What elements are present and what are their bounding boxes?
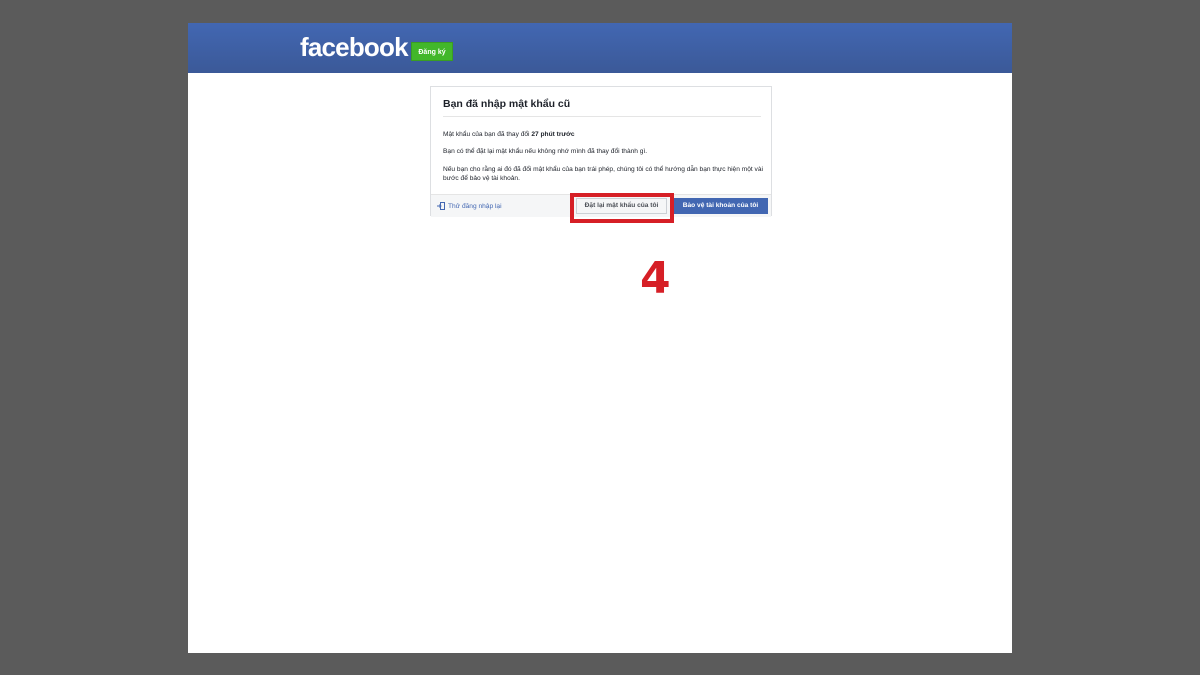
- step-number: 4: [640, 253, 671, 304]
- password-changed-prefix: Mật khẩu của bạn đã thay đổi: [443, 131, 532, 138]
- dialog-footer: Thử đăng nhập lại Đặt lại mật khẩu của t…: [431, 194, 771, 217]
- protect-hint-text: Nếu bạn cho rằng ai đó đã đổi mật khẩu c…: [443, 166, 763, 182]
- password-changed-time: 27 phút trước: [531, 131, 575, 138]
- protect-account-button[interactable]: Bảo vệ tài khoản của tôi: [673, 198, 768, 214]
- dialog-title: Bạn đã nhập mật khẩu cũ: [443, 98, 761, 117]
- browser-page: facebook Đăng ký Bạn đã nhập mật khẩu cũ…: [188, 23, 1012, 653]
- signup-button[interactable]: Đăng ký: [411, 42, 453, 61]
- old-password-dialog: Bạn đã nhập mật khẩu cũ Mật khẩu của bạn…: [430, 86, 772, 217]
- reset-hint-text: Bạn có thể đặt lại mật khẩu nếu không nh…: [443, 148, 648, 155]
- reset-password-button[interactable]: Đặt lại mật khẩu của tôi: [576, 198, 667, 214]
- try-login-again-label: Thử đăng nhập lại: [448, 202, 502, 210]
- facebook-logo[interactable]: facebook: [300, 34, 409, 60]
- login-arrow-icon: [437, 202, 445, 210]
- try-login-again-link[interactable]: Thử đăng nhập lại: [437, 202, 502, 210]
- password-changed-text: Mật khẩu của bạn đã thay đổi 27 phút trư…: [443, 131, 768, 140]
- facebook-header: facebook Đăng ký: [188, 23, 1012, 73]
